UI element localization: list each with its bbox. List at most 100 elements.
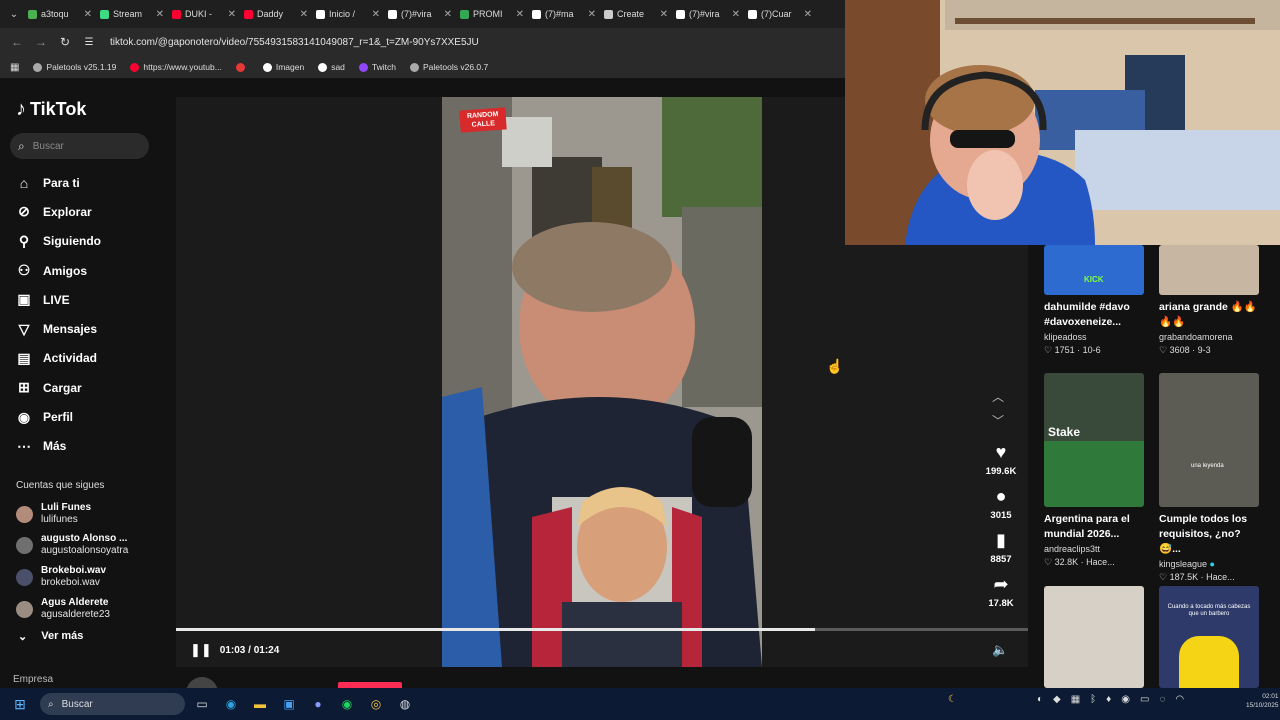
recommended-video[interactable]: ariana grande 🔥🔥🔥🔥 grabandoamorena ♡ 3608 … <box>1159 245 1261 356</box>
video-title[interactable]: Argentina para el mundial 2026... <box>1044 512 1146 542</box>
video-title[interactable]: dahumilde #davo #davoxeneize... <box>1044 300 1146 330</box>
close-icon[interactable]: ✕ <box>732 9 740 20</box>
search-input[interactable]: ⌕ Buscar <box>10 133 149 159</box>
volume-icon[interactable]: 🔈 <box>992 642 1008 658</box>
video-title[interactable]: ariana grande 🔥🔥🔥🔥 <box>1159 300 1261 330</box>
next-video-button[interactable]: ﹀ <box>992 412 1004 429</box>
pause-icon[interactable]: ❚❚ <box>190 642 212 658</box>
footer-link[interactable]: Empresa <box>13 674 53 685</box>
sidebar-item-perfil[interactable]: ◉ Perfil <box>16 402 166 431</box>
sidebar-item-amigos[interactable]: ⚇ Amigos <box>16 256 166 285</box>
browser-tab[interactable]: DUKI - ✕ <box>168 2 240 26</box>
followed-account[interactable]: Luli Funes lulifunes <box>16 498 166 530</box>
close-icon[interactable]: ✕ <box>228 9 236 20</box>
back-icon[interactable]: ← <box>10 35 24 49</box>
close-icon[interactable]: ✕ <box>516 9 524 20</box>
tiktok-logo[interactable]: ♪ TikTok <box>16 98 86 121</box>
task-view-icon[interactable]: ▭ <box>190 693 214 715</box>
bookmark-item[interactable]: Paletools v25.1.19 <box>33 62 116 72</box>
sidebar-item-explorar[interactable]: ⊘ Explorar <box>16 197 166 226</box>
url-field[interactable]: tiktok.com/@gaponotero/video/75549315831… <box>110 37 479 48</box>
bookmark-item[interactable]: Paletools v26.0.7 <box>410 62 488 72</box>
tray-app-icon[interactable]: ◉ <box>1121 694 1130 705</box>
recommended-video[interactable]: Cuando a tocado más cabezas que un barbe… <box>1159 586 1261 688</box>
wifi-icon[interactable]: ◠ <box>1175 694 1184 705</box>
sidebar-item-siguiendo[interactable]: ⚲ Siguiendo <box>16 227 166 256</box>
close-icon[interactable]: ✕ <box>804 9 812 20</box>
video-frame[interactable]: RANDOM CALLE <box>442 97 762 667</box>
video-thumbnail[interactable]: una leyenda <box>1159 373 1259 507</box>
video-author[interactable]: grabandoamorena <box>1159 332 1261 342</box>
recommended-video[interactable]: Stake Argentina para el mundial 2026... an… <box>1044 373 1146 568</box>
recommended-video[interactable]: KICK dahumilde #davo #davoxeneize... klipe… <box>1044 245 1146 356</box>
file-explorer-icon[interactable]: ▬ <box>248 693 272 715</box>
video-title[interactable]: Cumple todos los requisitos, ¿no? 😅... <box>1159 512 1261 557</box>
discord-icon[interactable]: ● <box>306 693 330 715</box>
taskbar-search-input[interactable]: ⌕ Buscar <box>40 693 185 715</box>
browser-tab[interactable]: Create ✕ <box>600 2 672 26</box>
forward-icon[interactable]: → <box>34 35 48 49</box>
sidebar-item-actividad[interactable]: ▤ Actividad <box>16 344 166 373</box>
obs-icon[interactable]: ◍ <box>393 693 417 715</box>
browser-tab[interactable]: (7)#vira ✕ <box>672 2 744 26</box>
bookmark-item[interactable] <box>235 62 249 72</box>
sidebar-item-live[interactable]: ▣ LIVE <box>16 285 166 314</box>
sidebar-item-para-ti[interactable]: ⌂ Para ti <box>16 168 166 197</box>
recommended-video[interactable]: una leyenda Cumple todos los requisitos, … <box>1159 373 1261 583</box>
browser-tab[interactable]: (7)Cuar ✕ <box>744 2 816 26</box>
browser-tab[interactable]: Daddy ✕ <box>240 2 312 26</box>
close-icon[interactable]: ✕ <box>660 9 668 20</box>
video-author[interactable]: andreaclips3tt <box>1044 544 1146 554</box>
browser-tab[interactable]: Stream ✕ <box>96 2 168 26</box>
sidebar-item-mensajes[interactable]: ▽ Mensajes <box>16 314 166 343</box>
tab-search-icon[interactable]: ⌄ <box>4 4 24 24</box>
close-icon[interactable]: ✕ <box>372 9 380 20</box>
video-author[interactable]: klipeadoss <box>1044 332 1146 342</box>
see-more-button[interactable]: ⌄ Ver más <box>18 630 83 643</box>
microphone-icon[interactable]: ♦ <box>1106 694 1111 705</box>
followed-account[interactable]: Brokeboi.wav brokeboi.wav <box>16 561 166 593</box>
spotify-icon[interactable]: ◉ <box>335 693 359 715</box>
close-icon[interactable]: ✕ <box>84 9 92 20</box>
browser-tab[interactable]: a3toqu ✕ <box>24 2 96 26</box>
apps-icon[interactable]: ▦ <box>10 62 19 73</box>
notification-icon[interactable]: ▭ <box>1140 694 1149 705</box>
browser-tab[interactable]: (7)#ma ✕ <box>528 2 600 26</box>
tray-app-icon[interactable]: ◆ <box>1053 694 1061 705</box>
followed-account[interactable]: Agus Alderete agusalderete23 <box>16 593 166 625</box>
like-button[interactable]: ♥ 199.6K <box>982 442 1020 477</box>
video-thumbnail[interactable]: Stake <box>1044 373 1144 507</box>
video-thumbnail[interactable] <box>1044 586 1144 688</box>
sidebar-item-cargar[interactable]: ⊞ Cargar <box>16 373 166 402</box>
night-mode-icon[interactable]: ☾ <box>948 694 957 705</box>
close-icon[interactable]: ✕ <box>300 9 308 20</box>
video-author[interactable]: kingsleague ● <box>1159 559 1261 569</box>
browser-tab[interactable]: PROMI ✕ <box>456 2 528 26</box>
recommended-video[interactable] <box>1044 586 1146 688</box>
close-icon[interactable]: ✕ <box>588 9 596 20</box>
video-thumbnail[interactable] <box>1159 245 1259 295</box>
chrome-icon[interactable]: ◎ <box>364 693 388 715</box>
browser-tab[interactable]: (7)#vira ✕ <box>384 2 456 26</box>
close-icon[interactable]: ✕ <box>444 9 452 20</box>
previous-video-button[interactable]: ︿ <box>992 388 1004 405</box>
taskbar-clock[interactable]: 02:01 15/10/2025 <box>1246 692 1279 710</box>
close-icon[interactable]: ✕ <box>156 9 164 20</box>
video-progress-bar[interactable] <box>176 628 1028 631</box>
windows-start-icon[interactable]: ⊞ <box>0 696 40 713</box>
tray-app-icon[interactable]: ▦ <box>1071 694 1080 705</box>
bookmark-item[interactable]: https://www.youtub... <box>130 62 222 72</box>
share-button[interactable]: ➦ 17.8K <box>982 574 1020 609</box>
bookmark-item[interactable]: sad <box>318 62 345 72</box>
browser-tab[interactable]: Inicio / ✕ <box>312 2 384 26</box>
site-info-icon[interactable]: ☰ <box>82 37 96 48</box>
video-thumbnail[interactable]: KICK <box>1044 245 1144 295</box>
bookmark-item[interactable]: Imagen <box>262 62 304 72</box>
reload-icon[interactable]: ↻ <box>58 35 72 49</box>
edge-icon[interactable]: ◉ <box>219 693 243 715</box>
store-icon[interactable]: ▣ <box>277 693 301 715</box>
bluetooth-icon[interactable]: ᛒ <box>1090 694 1096 705</box>
save-button[interactable]: ▮ 8857 <box>982 530 1020 565</box>
bookmark-item[interactable]: Twitch <box>358 62 396 72</box>
tray-app-icon[interactable]: ◌ <box>1159 694 1165 705</box>
